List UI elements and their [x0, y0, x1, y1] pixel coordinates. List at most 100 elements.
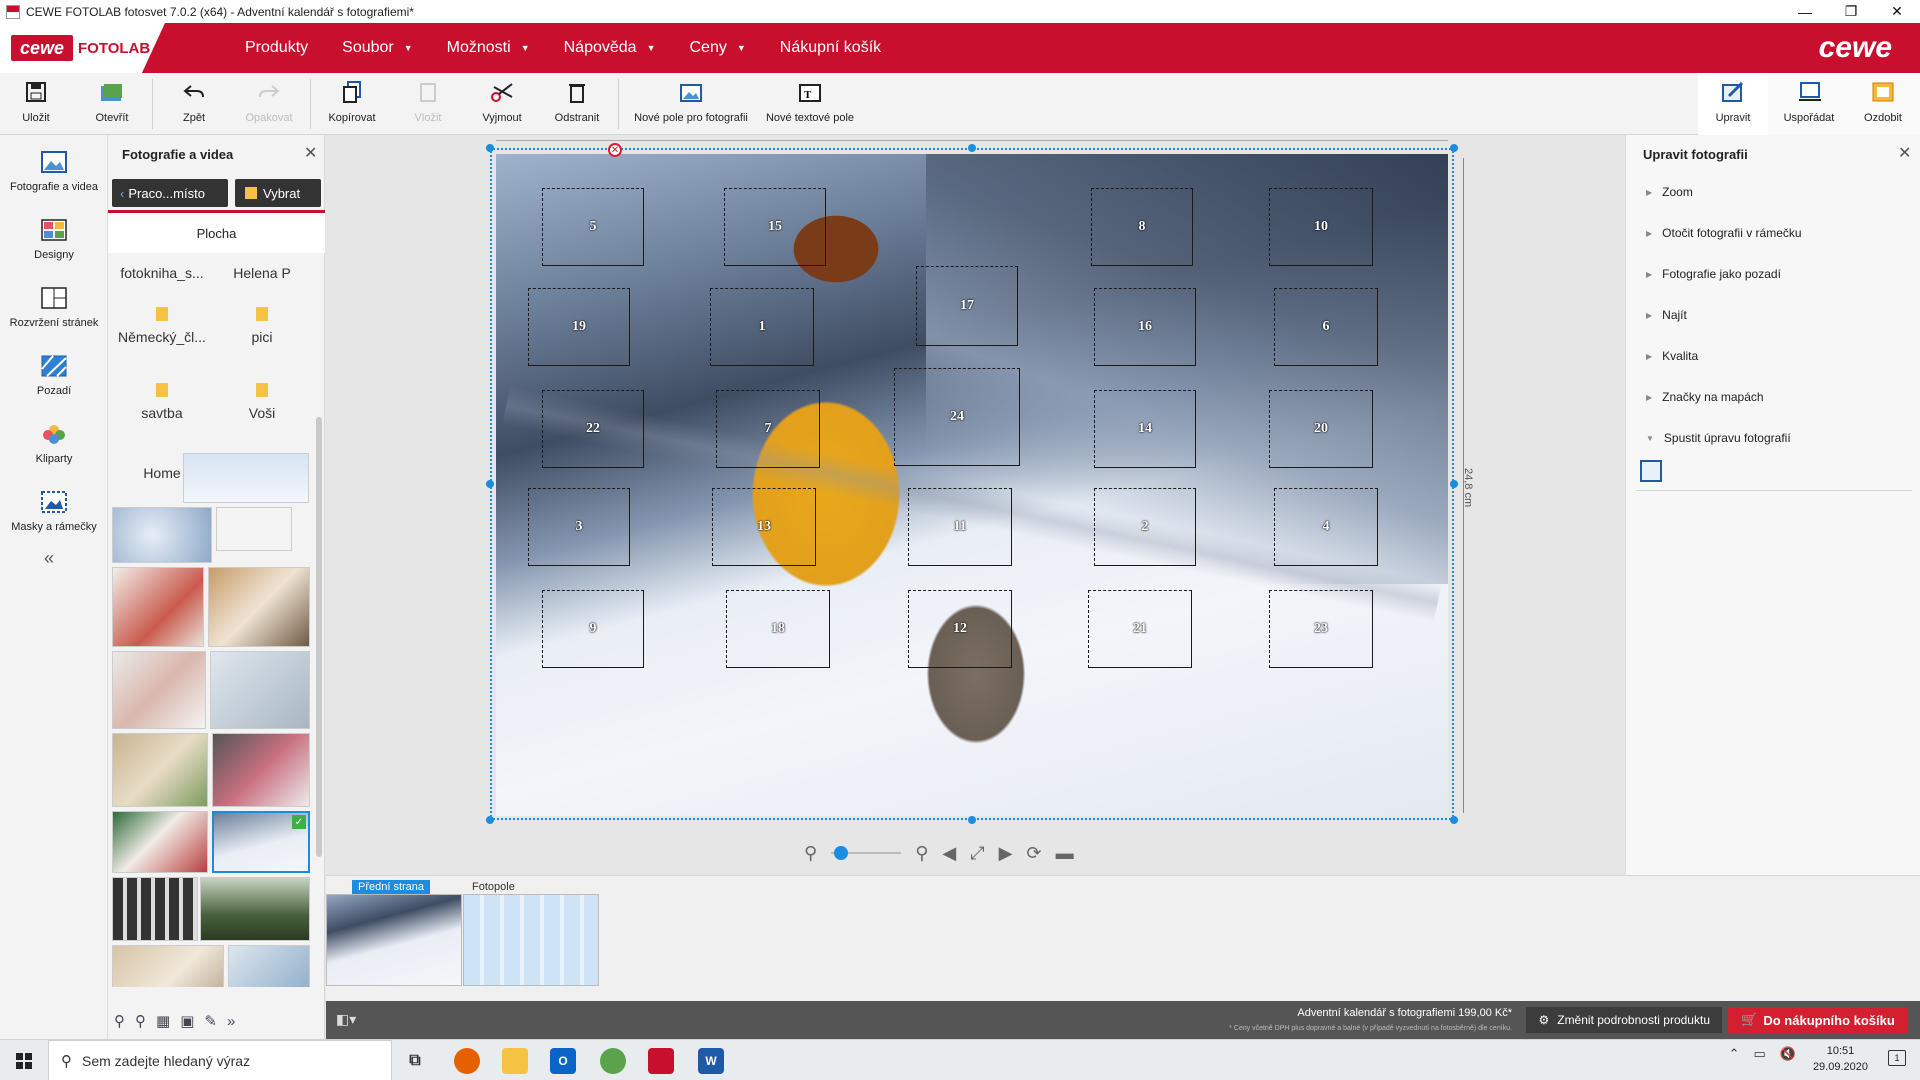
grid-view-icon[interactable]: ▦	[156, 1012, 170, 1030]
speaker-muted-icon[interactable]: 🔇	[1780, 1046, 1796, 1062]
more-tools-icon[interactable]: »	[227, 1013, 235, 1030]
photo-thumbnail[interactable]	[210, 651, 310, 729]
notifications-icon[interactable]: 1	[1888, 1050, 1906, 1066]
arrange-tab-button[interactable]: Uspořádat	[1774, 73, 1844, 135]
photo-thumbnail[interactable]	[212, 733, 310, 807]
copy-button[interactable]: Kopírovat	[322, 73, 382, 135]
photo-thumbnail[interactable]	[216, 507, 292, 551]
save-button[interactable]: Uložit	[12, 73, 60, 135]
page-thumbnail-front[interactable]	[326, 894, 462, 986]
menu-soubor[interactable]: Soubor ▼	[342, 39, 413, 57]
undo-button[interactable]: Zpět	[170, 73, 218, 135]
cewe-app-icon[interactable]	[648, 1048, 674, 1074]
option-start-photo-editing[interactable]: ▼ Spustit úpravu fotografií	[1646, 431, 1791, 445]
outlook-icon[interactable]: O	[550, 1048, 576, 1074]
redo-button[interactable]: Opakovat	[240, 73, 298, 135]
photo-thumbnail-selected[interactable]: ✓	[212, 811, 310, 873]
panel-scrollbar[interactable]	[315, 257, 323, 987]
new-text-field-button[interactable]: T Nové textové pole	[762, 73, 858, 135]
photo-thumbnail[interactable]	[112, 567, 204, 647]
user-add-icon[interactable]: ⚲	[114, 1012, 125, 1030]
resize-handle[interactable]	[486, 480, 494, 488]
change-product-details-button[interactable]: ⚙ Změnit podrobnosti produktu	[1526, 1007, 1722, 1033]
folder-item[interactable]: fotokniha_s...	[112, 257, 212, 281]
fit-screen-icon[interactable]: ⤢	[970, 843, 984, 864]
menu-moznosti[interactable]: Možnosti ▼	[447, 39, 530, 57]
close-panel-button[interactable]: ✕	[304, 143, 317, 163]
folder-item[interactable]: Německý_čl...	[112, 307, 212, 345]
decorate-tab-button[interactable]: Ozdobit	[1850, 73, 1916, 135]
rail-photos-videos[interactable]: Fotografie a videa	[0, 149, 108, 193]
photo-thumbnail[interactable]	[228, 945, 310, 987]
photo-thumbnail[interactable]	[112, 507, 212, 563]
selection-frame[interactable]	[490, 148, 1454, 820]
photo-stack-icon[interactable]: ▣	[180, 1012, 194, 1030]
folder-item[interactable]: savtba	[112, 383, 212, 421]
page-view-toggle-icon[interactable]: ◧▾	[336, 1011, 356, 1028]
zoom-slider-knob[interactable]	[833, 846, 848, 860]
menu-nakupni-kosik[interactable]: Nákupní košík	[780, 39, 881, 57]
page-thumbnail-photofield[interactable]	[463, 894, 599, 986]
resize-handle[interactable]	[486, 144, 494, 152]
photo-thumbnail[interactable]	[112, 811, 208, 873]
back-workplace-button[interactable]: ‹ Praco...místo	[112, 179, 228, 207]
maximize-button[interactable]: ❐	[1828, 0, 1874, 23]
cut-button[interactable]: Vyjmout	[474, 73, 530, 135]
resize-handle[interactable]	[968, 816, 976, 824]
paste-button[interactable]: Vložit	[404, 73, 452, 135]
task-view-icon[interactable]: ⧉	[402, 1048, 428, 1074]
delete-button[interactable]: Odstranit	[548, 73, 606, 135]
previous-page-icon[interactable]: ◀	[942, 843, 956, 864]
resize-handle[interactable]	[1450, 144, 1458, 152]
taskbar-search-field[interactable]: ⚲ Sem zadejte hledaný výraz	[48, 1040, 392, 1080]
option-rotate-in-frame[interactable]: ▶ Otočit fotografii v rámečku	[1646, 226, 1802, 240]
rail-backgrounds[interactable]: Pozadí	[0, 353, 108, 397]
folder-item[interactable]: pici	[212, 307, 312, 345]
menu-napoveda[interactable]: Nápověda ▼	[564, 39, 656, 57]
photo-thumbnail[interactable]	[112, 651, 206, 729]
option-zoom[interactable]: ▶ Zoom	[1646, 185, 1693, 199]
user-search-icon[interactable]: ⚲	[135, 1012, 146, 1030]
resize-handle[interactable]	[1450, 816, 1458, 824]
menu-produkty[interactable]: Produkty	[245, 39, 308, 57]
zoom-out-icon[interactable]: ⚲	[804, 843, 817, 864]
photo-editor-icon[interactable]	[1640, 460, 1662, 482]
option-find[interactable]: ▶ Najít	[1646, 308, 1687, 322]
resize-handle[interactable]	[968, 144, 976, 152]
folder-item[interactable]: Voši	[212, 383, 312, 421]
option-map-markers[interactable]: ▶ Značky na mapách	[1646, 390, 1764, 404]
select-folder-button[interactable]: Vybrat	[235, 179, 321, 207]
menu-ceny[interactable]: Ceny ▼	[689, 39, 745, 57]
clock[interactable]: 10:51 29.09.2020	[1813, 1043, 1868, 1075]
rotate-view-icon[interactable]: ⟳	[1026, 843, 1041, 864]
edit-tab-button[interactable]: Upravit	[1698, 73, 1768, 135]
network-icon[interactable]: ▭	[1754, 1046, 1766, 1062]
chevron-up-icon[interactable]: ⌃	[1729, 1046, 1740, 1062]
rotate-handle-icon[interactable]: ✕	[608, 143, 622, 157]
option-quality[interactable]: ▶ Kvalita	[1646, 349, 1698, 363]
zoom-slider[interactable]	[831, 846, 902, 860]
photo-thumbnail[interactable]	[200, 877, 310, 941]
collapse-panel-button[interactable]: «	[44, 548, 54, 569]
next-page-icon[interactable]: ▶	[999, 843, 1013, 864]
ruler-icon[interactable]: ▬	[1056, 843, 1074, 864]
photo-thumbnail[interactable]	[112, 733, 208, 807]
file-explorer-icon[interactable]	[502, 1048, 528, 1074]
rail-designs[interactable]: Designy	[0, 217, 108, 261]
rail-cliparts[interactable]: Kliparty	[0, 421, 108, 465]
start-button[interactable]	[0, 1040, 48, 1080]
folder-item[interactable]: Helena P	[212, 257, 312, 281]
zoom-in-icon[interactable]: ⚲	[915, 843, 928, 864]
photo-thumbnail[interactable]	[112, 945, 224, 987]
rail-masks-frames[interactable]: Masky a rámečky	[0, 489, 108, 533]
photo-thumbnail[interactable]	[208, 567, 310, 647]
word-icon[interactable]: W	[698, 1048, 724, 1074]
resize-handle[interactable]	[1450, 480, 1458, 488]
option-photo-as-background[interactable]: ▶ Fotografie jako pozadí	[1646, 267, 1781, 281]
firefox-icon[interactable]	[454, 1048, 480, 1074]
photos-app-icon[interactable]	[600, 1048, 626, 1074]
photo-thumbnail[interactable]	[112, 877, 198, 941]
resize-handle[interactable]	[486, 816, 494, 824]
close-window-button[interactable]: ✕	[1874, 0, 1920, 23]
add-to-cart-button[interactable]: 🛒 Do nákupního košíku	[1728, 1007, 1908, 1033]
